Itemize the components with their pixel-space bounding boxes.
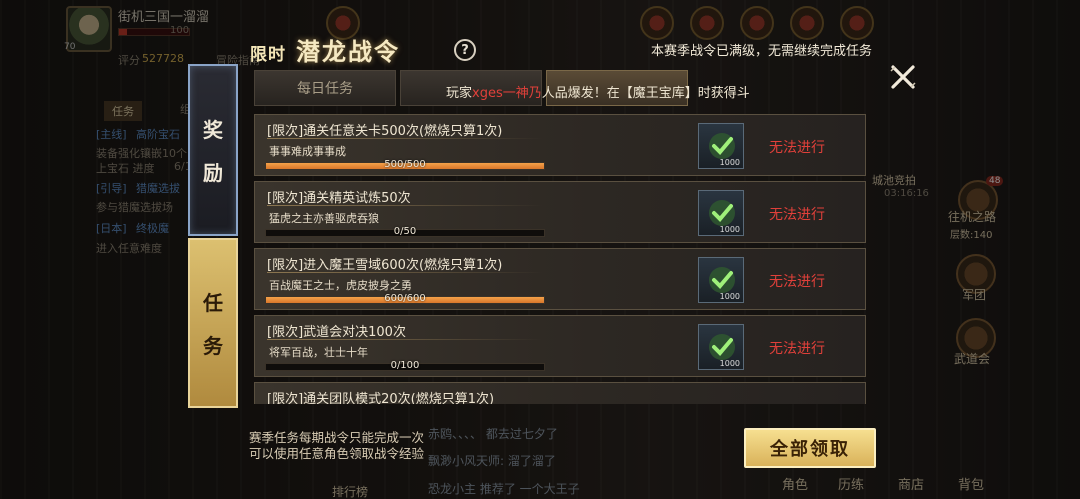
task-divider [267,138,543,139]
task-desc: 事事难成事事成 [269,145,346,158]
task-title: [限次]通关任意关卡500次(燃烧只算1次) [267,124,503,139]
title-main: 潜龙战令 [296,37,400,66]
task-row: [限次]通关精英试炼50次 猛虎之主亦善驱虎吞狼 0/50 1000 无法进行 [254,181,866,243]
task-title: [限次]通关精英试炼50次 [267,191,411,206]
task-progress-bar: 0/100 [265,360,545,371]
task-progress-bar: 600/600 [265,293,545,304]
task-status: 无法进行 [769,341,825,357]
side-tab-reward-char: 奖 [203,118,223,142]
reward-count: 1000 [719,158,740,167]
footer-note-line: 赛季任务每期战令只能完成一次 [249,430,425,445]
side-tab-reward[interactable]: 奖 励 [188,64,238,236]
task-divider [267,205,543,206]
task-progress-text: 500/500 [384,159,426,170]
help-icon[interactable]: ? [454,39,476,61]
close-icon[interactable] [886,60,920,94]
side-tab-task-char: 任 [203,291,223,315]
task-status: 无法进行 [769,140,825,156]
task-progress-bar: 500/500 [265,159,545,170]
task-progress-text: 0/100 [390,360,420,371]
task-progress-bar: 0/50 [265,226,545,237]
title-limited: 限时 [250,45,286,65]
task-row: [限次]武道会对决100次 将军百战，壮士十年 0/100 1000 无法进行 [254,315,866,377]
side-tab-task-char: 务 [203,334,223,358]
side-tab-reward-char: 励 [203,161,223,185]
task-row: [限次]通关团队模式20次(燃烧只算1次) [254,382,866,404]
task-status: 无法进行 [769,207,825,223]
task-title: [限次]进入魔王雪域600次(燃烧只算1次) [267,258,503,273]
task-desc: 百战魔王之士，虎皮披身之勇 [269,279,412,292]
footer-note-line: 可以使用任意角色领取战令经验 [249,446,425,461]
task-status: 无法进行 [769,274,825,290]
reward-item[interactable]: 1000 [698,257,744,303]
claim-all-button[interactable]: 全部领取 [744,428,876,468]
task-progress-text: 0/50 [393,226,417,237]
modal-title: 限时 潜龙战令 [250,32,400,67]
reward-item[interactable]: 1000 [698,324,744,370]
reward-item[interactable]: 1000 [698,123,744,169]
marquee-player: xges一神乃 [472,86,542,101]
task-divider [267,272,543,273]
task-title: [限次]武道会对决100次 [267,325,406,340]
reward-count: 1000 [719,225,740,234]
reward-item[interactable]: 1000 [698,190,744,236]
season-note: 本赛季战令已满级，无需继续完成任务 [650,44,872,59]
task-divider [267,339,543,340]
task-title: [限次]通关团队模式20次(燃烧只算1次) [267,392,495,404]
task-list[interactable]: [限次]通关任意关卡500次(燃烧只算1次) 事事难成事事成 500/500 1… [254,114,870,404]
marquee-prefix: 玩家 [446,86,473,101]
reward-count: 1000 [719,359,740,368]
announcement-marquee: 玩家xges一神乃人品爆发！在【魔王宝库】时获得斗 [446,82,750,101]
task-desc: 猛虎之主亦善驱虎吞狼 [269,212,379,225]
tab-daily-tasks[interactable]: 每日任务 [254,70,396,106]
marquee-suffix: 人品爆发！在【魔王宝库】时获得斗 [541,86,750,101]
reward-count: 1000 [719,292,740,301]
footer-note: 赛季任务每期战令只能完成一次 可以使用任意角色领取战令经验 [249,430,424,462]
side-tab-task[interactable]: 任 务 [188,238,238,408]
task-desc: 将军百战，壮士十年 [269,346,368,359]
task-progress-text: 600/600 [384,293,426,304]
task-row: [限次]通关任意关卡500次(燃烧只算1次) 事事难成事事成 500/500 1… [254,114,866,176]
task-row: [限次]进入魔王雪域600次(燃烧只算1次) 百战魔王之士，虎皮披身之勇 600… [254,248,866,310]
